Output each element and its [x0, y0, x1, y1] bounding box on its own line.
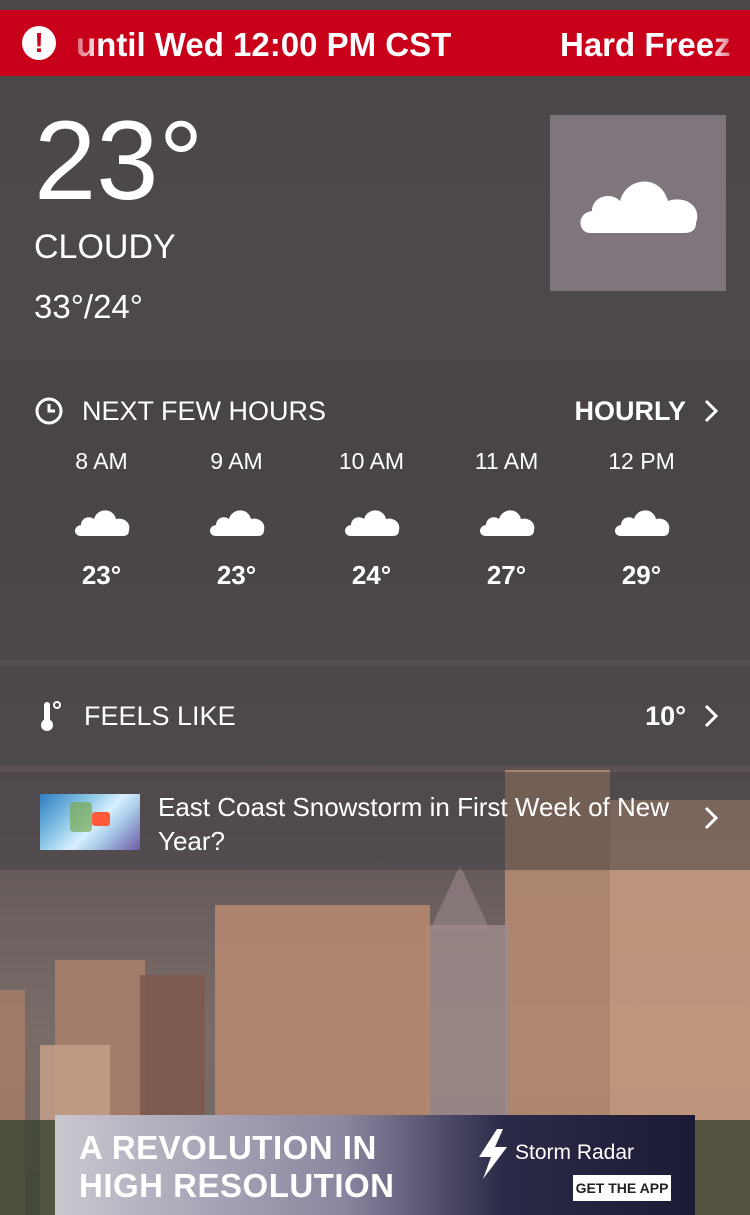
high-low-temperature: 33°/24°	[34, 288, 143, 325]
next-few-hours-header: NEXT FEW HOURS	[34, 396, 326, 426]
hour-item[interactable]: 8 AM 23°	[34, 448, 169, 591]
next-few-hours-panel: NEXT FEW HOURS HOURLY 8 AM 23° 9 AM 23° …	[0, 360, 750, 660]
storm-radar-ad-banner[interactable]: A REVOLUTION IN HIGH RESOLUTION Storm Ra…	[55, 1115, 695, 1215]
next-few-hours-title: NEXT FEW HOURS	[82, 395, 327, 426]
current-condition: CLOUDY	[34, 228, 176, 266]
alert-text-next: Hard Freez	[560, 26, 731, 63]
thermometer-icon	[41, 701, 61, 731]
feels-like-panel[interactable]: FEELS LIKE 10°	[0, 666, 750, 766]
alert-text: until Wed 12:00 PM CST	[76, 26, 452, 63]
get-the-app-button[interactable]: GET THE APP	[573, 1175, 671, 1201]
weather-alert-banner[interactable]: ! until Wed 12:00 PM CST Hard Freez	[0, 10, 750, 76]
hour-temperature: 23°	[81, 560, 122, 590]
condition-icon-box	[550, 115, 726, 291]
hourly-link-label: HOURLY	[574, 395, 686, 426]
ad-headline-line1: A REVOLUTION IN	[79, 1129, 377, 1166]
hour-temperature: 24°	[351, 560, 392, 590]
feels-like-title: FEELS LIKE	[84, 700, 236, 731]
hour-item[interactable]: 11 AM 27°	[439, 448, 574, 591]
hour-time: 10 AM	[338, 448, 405, 474]
current-conditions: 23° CLOUDY 33°/24°	[0, 76, 750, 360]
cloud-icon	[574, 482, 709, 560]
hour-item[interactable]: 9 AM 23°	[169, 448, 304, 591]
chevron-right-icon	[704, 704, 718, 728]
hour-temperature: 29°	[621, 560, 662, 590]
feels-like-value-link[interactable]: 10°	[645, 700, 718, 732]
hour-item[interactable]: 12 PM 29°	[574, 448, 709, 591]
feels-like-header: FEELS LIKE	[40, 700, 236, 732]
hour-item[interactable]: 10 AM 24°	[304, 448, 439, 591]
hour-temperature: 27°	[486, 560, 527, 590]
chevron-right-icon	[704, 806, 718, 830]
news-thumbnail	[40, 794, 140, 850]
hour-temperature: 23°	[216, 560, 257, 590]
hour-time: 9 AM	[210, 448, 263, 474]
news-headline: East Coast Snowstorm in First Week of Ne…	[158, 792, 670, 856]
hour-time: 12 PM	[608, 448, 675, 474]
hourly-forecast-row: 8 AM 23° 9 AM 23° 10 AM 24° 11 AM 27° 12…	[34, 448, 714, 591]
cloud-icon	[304, 482, 439, 560]
clock-icon	[35, 397, 63, 425]
cloud-icon	[439, 482, 574, 560]
current-temperature: 23°	[34, 98, 204, 223]
hour-time: 8 AM	[75, 448, 128, 474]
chevron-right-icon	[704, 399, 718, 423]
news-story-row[interactable]: East Coast Snowstorm in First Week of Ne…	[0, 772, 750, 870]
hour-time: 11 AM	[474, 448, 539, 474]
alert-fade-right	[710, 10, 750, 76]
cloud-icon	[34, 482, 169, 560]
cloud-icon	[580, 181, 698, 233]
alert-fade-left	[60, 10, 100, 76]
feels-like-value: 10°	[645, 700, 686, 731]
lightning-bolt-icon	[479, 1129, 507, 1179]
hourly-link[interactable]: HOURLY	[574, 396, 718, 426]
ad-headline-line2: HIGH RESOLUTION	[79, 1167, 395, 1204]
cloud-icon	[169, 482, 304, 560]
ad-brand-name: Storm Radar	[515, 1141, 635, 1164]
exclamation-icon: !	[22, 26, 56, 60]
